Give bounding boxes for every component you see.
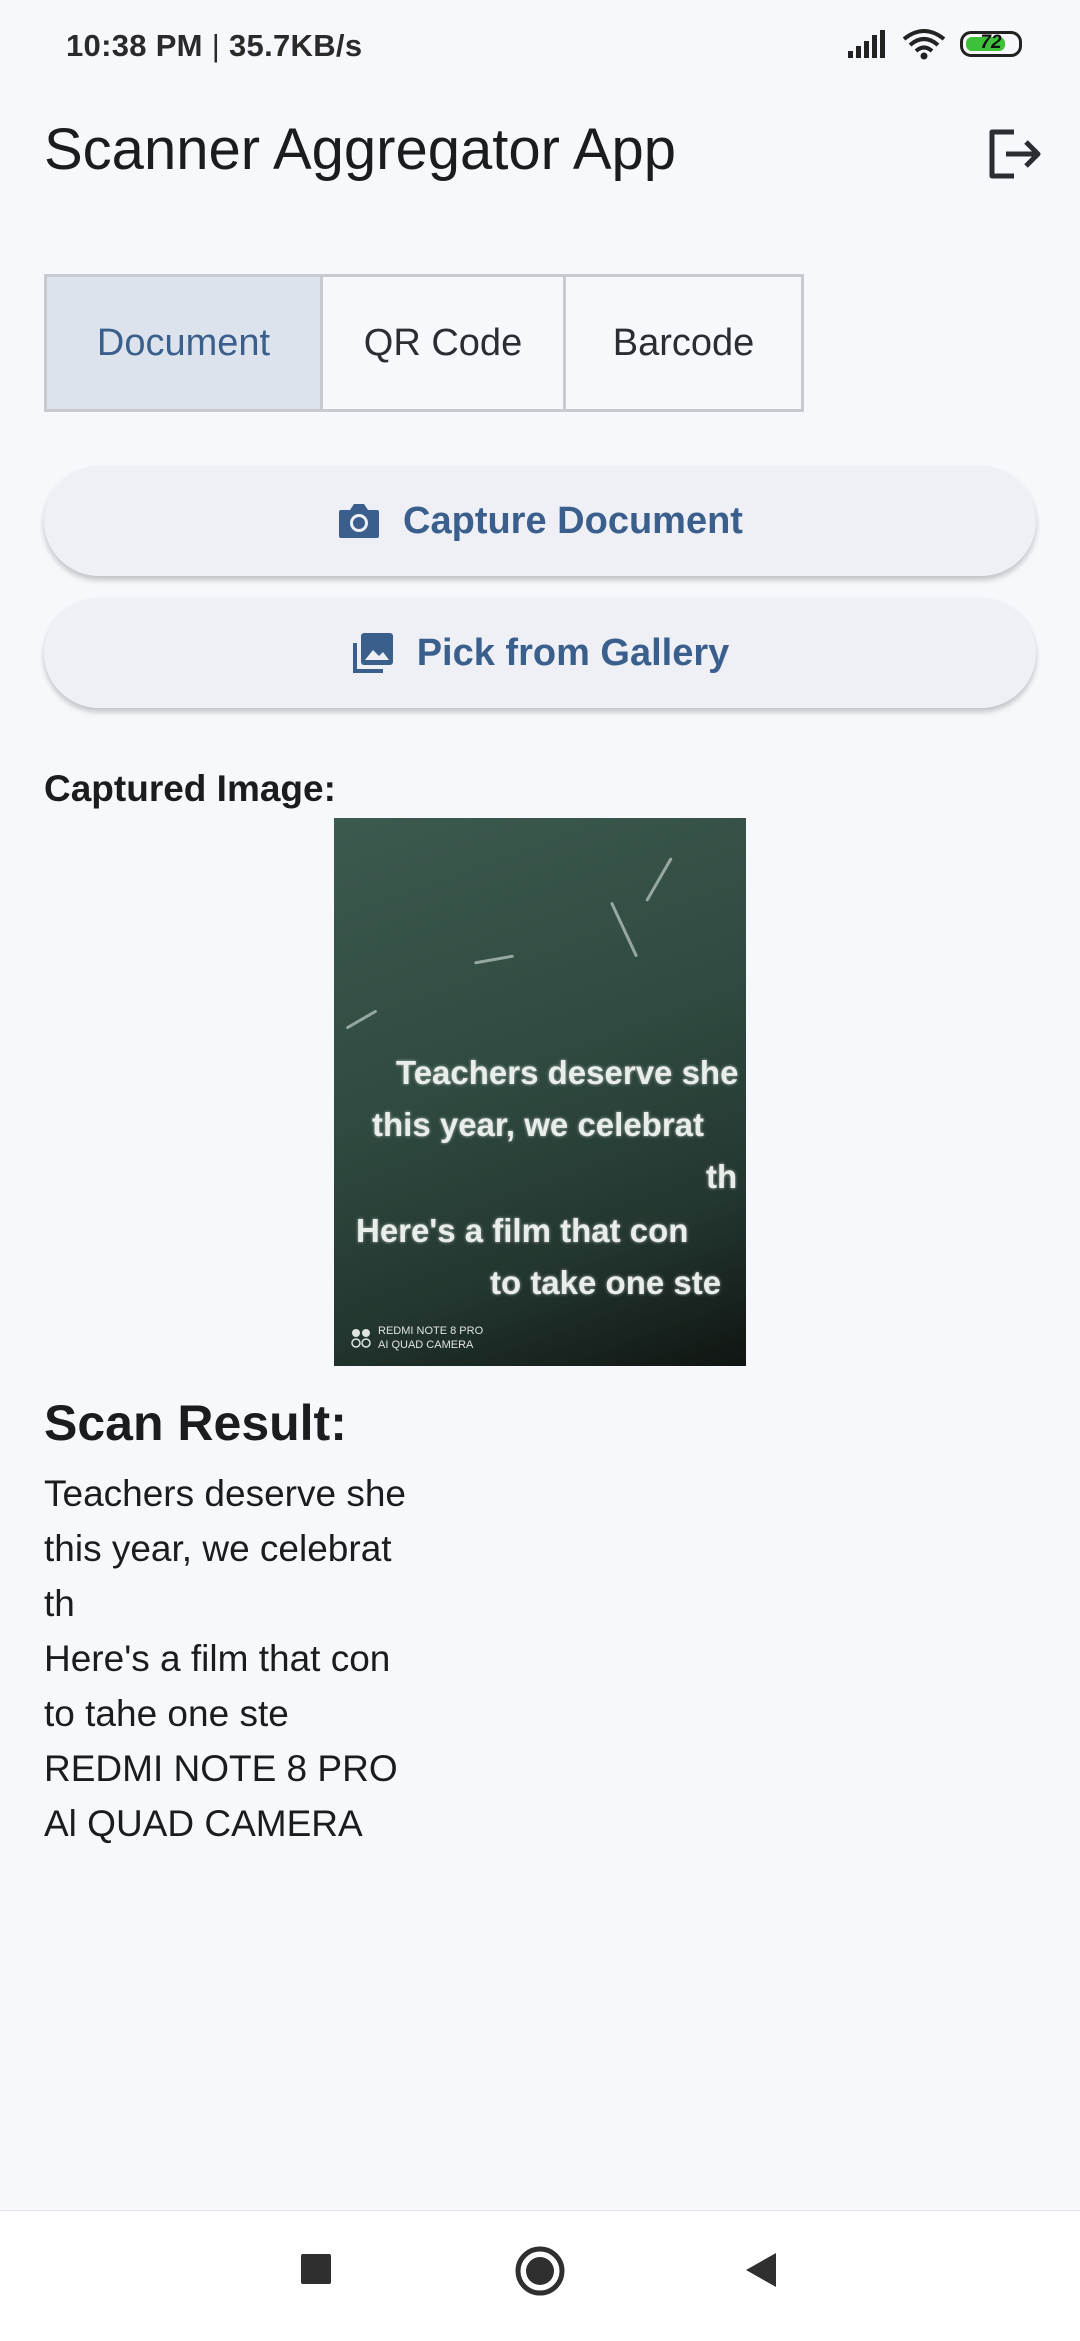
capture-document-label: Capture Document [403,499,743,542]
battery-icon: 72 [960,31,1022,57]
back-button[interactable] [742,2251,778,2294]
battery-level: 72 [980,32,1002,53]
result-line: Al QUAD CAMERA [44,1803,363,1844]
photo-text-line: this year, we celebrat [372,1106,705,1143]
result-line: this year, we celebrat [44,1528,392,1569]
scratch [609,901,639,958]
scratch [474,954,514,965]
system-nav-bar [0,2210,1080,2341]
watermark-logo-icon [351,1329,371,1348]
tab-document[interactable]: Document [47,277,320,409]
back-icon [746,2253,776,2287]
status-time: 10:38 PM | 35.7KB/s [66,28,362,64]
separator: | [211,28,229,63]
camera-icon [339,504,380,538]
logout-icon [989,129,1041,179]
gallery-icon [352,633,393,673]
tab-barcode[interactable]: Barcode [563,277,801,409]
status-icons: 72 [846,28,1022,60]
capture-document-button[interactable]: Capture Document [44,466,1036,576]
recents-icon [301,2254,331,2284]
watermark-line: REDMI NOTE 8 PRO [378,1325,484,1337]
tab-qr-code[interactable]: QR Code [320,277,563,409]
photo-text-line: Here's a film that con [356,1212,689,1249]
scan-result-text: Teachers deserve she this year, we celeb… [44,1466,406,1851]
result-line: th [44,1583,75,1624]
watermark-text: REDMI NOTE 8 PRO AI QUAD CAMERA [378,1324,483,1352]
captured-image-label: Captured Image: [44,768,336,809]
pick-from-gallery-button[interactable]: Pick from Gallery [44,598,1036,708]
home-icon [515,2246,565,2296]
network-speed: 35.7KB/s [229,28,363,63]
camera-watermark: REDMI NOTE 8 PRO AI QUAD CAMERA [350,1324,483,1352]
scratch [345,1009,378,1030]
pick-from-gallery-label: Pick from Gallery [416,631,730,674]
watermark-line: AI QUAD CAMERA [378,1339,474,1351]
clock: 10:38 PM [66,28,203,63]
scan-type-tabs: Document QR Code Barcode [44,274,804,412]
home-button[interactable] [514,2245,566,2302]
result-line: Teachers deserve she [44,1473,406,1514]
signal-icon [848,30,885,58]
status-bar: 10:38 PM | 35.7KB/s 72 [0,0,1080,100]
result-line: to tahe one ste [44,1693,289,1734]
tab-label: Barcode [612,321,755,364]
page-title: Scanner Aggregator App [44,117,677,182]
photo-text-line: Teachers deserve she [396,1054,739,1091]
tab-label: QR Code [363,321,523,364]
photo-text-line: th [706,1158,738,1195]
wifi-icon [902,29,946,60]
photo-text-line: to take one ste [490,1264,722,1301]
scratch [645,857,673,902]
recents-button[interactable] [298,2251,334,2292]
logout-button[interactable] [984,124,1044,184]
tab-label: Document [96,321,271,364]
captured-image: Teachers deserve she this year, we celeb… [334,818,746,1366]
scan-result-title: Scan Result: [44,1395,347,1451]
result-line: Here's a film that con [44,1638,391,1679]
result-line: REDMI NOTE 8 PRO [44,1748,398,1789]
